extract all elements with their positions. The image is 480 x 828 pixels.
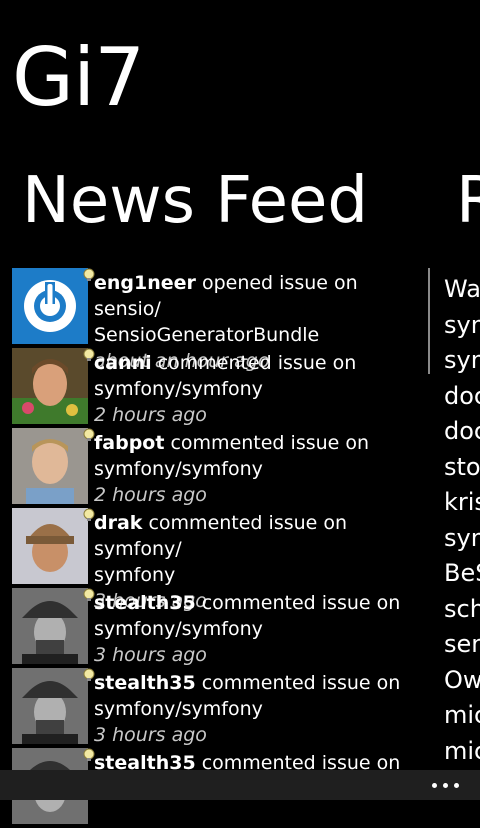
feed-time: 2 hours ago <box>94 404 207 426</box>
list-item[interactable]: kris <box>444 485 480 521</box>
avatar <box>12 268 88 344</box>
list-item[interactable]: Wa <box>444 272 480 308</box>
feed-action: commented issue on <box>195 592 401 614</box>
feed-item[interactable]: stealth35 commented issue on symfony/sym… <box>12 668 422 748</box>
feed-repo[interactable]: symfony/symfony <box>94 698 263 720</box>
app-bar <box>0 770 480 800</box>
feed-item[interactable]: stealth35 commented issue on symfony/sym… <box>12 588 422 668</box>
next-pane-list: Wa sym sym doc doc stot kris sym BeS sch… <box>444 272 480 769</box>
avatar <box>12 428 88 504</box>
pivot-header-next[interactable]: R <box>456 163 480 239</box>
feed-item-text: fabpot commented issue on symfony/symfon… <box>94 430 424 508</box>
list-item[interactable]: sen <box>444 627 480 663</box>
feed-item[interactable]: fabpot commented issue on symfony/symfon… <box>12 428 422 508</box>
list-item[interactable]: sym <box>444 521 480 557</box>
feed-user[interactable]: eng1neer <box>94 272 196 294</box>
avatar <box>12 348 88 424</box>
avatar <box>12 508 88 584</box>
feed-action: commented issue on <box>195 672 401 694</box>
feed-action: commented issue on <box>164 432 370 454</box>
list-item[interactable]: stot <box>444 450 480 486</box>
feed-item-text: stealth35 commented issue on symfony/sym… <box>94 590 424 668</box>
pivot-header-news-feed[interactable]: News Feed <box>22 163 368 239</box>
feed-repo[interactable]: symfony/symfony <box>94 458 263 480</box>
avatar <box>12 668 88 744</box>
list-item[interactable]: sch <box>444 592 480 628</box>
list-item[interactable]: sym <box>444 343 480 379</box>
feed-item[interactable]: eng1neer opened issue on sensio/ SensioG… <box>12 268 422 372</box>
feed-time: 2 hours ago <box>94 484 207 506</box>
feed-action: commented issue on <box>151 352 357 374</box>
app-title: Gi7 <box>12 31 145 124</box>
news-feed-list: eng1neer opened issue on sensio/ SensioG… <box>12 268 422 828</box>
ellipsis-icon[interactable] <box>426 774 466 796</box>
feed-repo[interactable]: symfony/symfony <box>94 618 263 640</box>
list-item[interactable]: mic <box>444 698 480 734</box>
feed-user[interactable]: fabpot <box>94 432 164 454</box>
feed-item-text: stealth35 commented issue on symfony/sym… <box>94 670 424 748</box>
list-item[interactable]: BeS <box>444 556 480 592</box>
list-item[interactable]: doc <box>444 379 480 415</box>
feed-user[interactable]: stealth35 <box>94 592 196 614</box>
avatar <box>12 588 88 664</box>
feed-user[interactable]: canni <box>94 352 152 374</box>
feed-repo[interactable]: symfony/symfony <box>94 378 263 400</box>
scroll-indicator <box>428 268 430 374</box>
list-item[interactable]: sym <box>444 308 480 344</box>
feed-item[interactable]: canni commented issue on symfony/symfony… <box>12 348 422 428</box>
list-item[interactable]: Ow <box>444 663 480 699</box>
feed-item[interactable]: drak commented issue on symfony/ symfony… <box>12 508 422 612</box>
feed-time: 3 hours ago <box>94 644 207 666</box>
feed-time: 3 hours ago <box>94 724 207 746</box>
list-item[interactable]: doc <box>444 414 480 450</box>
feed-repo[interactable]: SensioGeneratorBundle <box>94 324 319 346</box>
feed-repo[interactable]: symfony <box>94 564 175 586</box>
list-item[interactable]: mic <box>444 734 480 770</box>
feed-user[interactable]: drak <box>94 512 142 534</box>
feed-user[interactable]: stealth35 <box>94 672 196 694</box>
feed-item-text: canni commented issue on symfony/symfony… <box>94 350 424 428</box>
